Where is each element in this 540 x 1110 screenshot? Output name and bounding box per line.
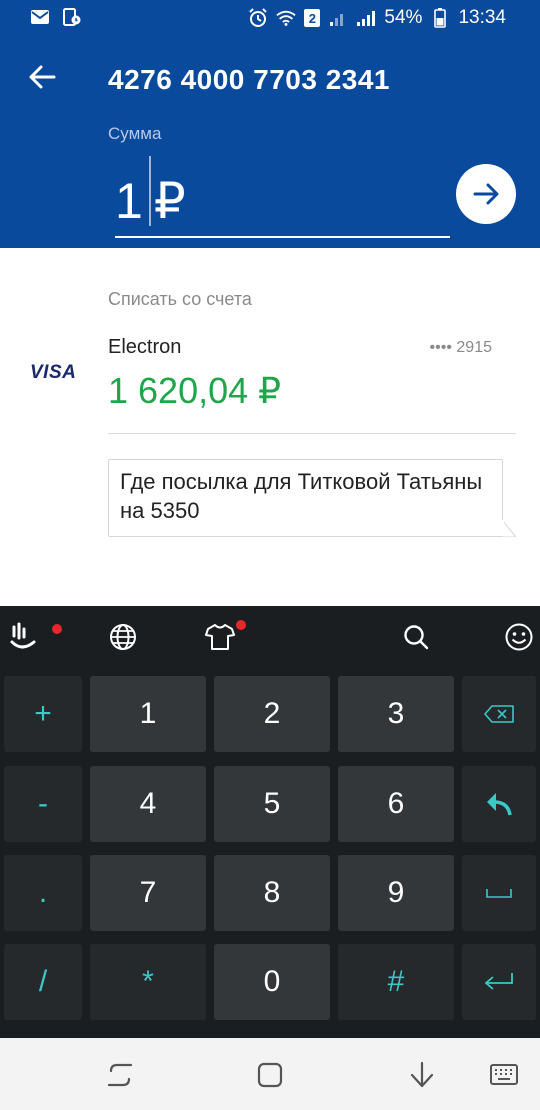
key-minus[interactable]: - [4,766,82,842]
sim-badge: 2 [304,9,321,27]
comment-input[interactable]: Где посылка для Титковой Татьяны на 5350 [108,459,503,537]
key-label: + [34,697,52,730]
key-label: 0 [263,965,281,998]
amount-value: 1 [115,173,143,229]
back-button[interactable] [26,60,60,94]
transfer-header: 4276 4000 7703 2341 Сумма 1 ₽ [0,36,540,248]
key-label: 1 [139,697,157,730]
currency-symbol: ₽ [153,173,186,229]
search-icon[interactable] [399,620,433,654]
arrow-left-icon [29,65,56,89]
account-name[interactable]: Electron [108,336,181,359]
key-6[interactable]: 6 [338,766,454,842]
backspace-icon [484,705,514,723]
key-hash[interactable]: # [338,944,454,1020]
key-9[interactable]: 9 [338,855,454,931]
key-label: 4 [139,787,157,820]
reply-key[interactable] [462,766,536,842]
hide-keyboard-button[interactable] [405,1058,439,1092]
signal-weak-icon [328,9,348,27]
signal-icon [356,9,376,27]
battery-percent: 54% [384,7,423,28]
status-bar: 2 54% 13:34 [0,0,540,36]
reply-icon [487,793,512,816]
backspace-key[interactable] [462,676,536,752]
screenshot-notification-icon [62,8,82,26]
numeric-keyboard: + 1 2 3 - 4 5 6 . 7 8 9 / * 0 # [0,606,540,1038]
key-asterisk[interactable]: * [90,944,206,1020]
key-label: 3 [387,697,405,730]
alarm-icon [248,8,268,27]
key-label: 5 [263,787,281,820]
account-balance: 1 620,04 ₽ [108,370,282,411]
recent-apps-icon [107,1063,133,1087]
visa-logo: VISA [30,362,77,383]
amount-label: Сумма [108,124,162,143]
amount-input[interactable]: 1 ₽ [115,156,450,238]
key-dot[interactable]: . [4,855,82,931]
touchpal-logo-icon[interactable] [8,620,42,654]
arrow-right-icon [473,183,499,205]
keyboard-icon [490,1064,518,1085]
globe-icon[interactable] [106,620,140,654]
smiley-icon[interactable] [502,620,536,654]
key-4[interactable]: 4 [90,766,206,842]
key-0[interactable]: 0 [214,944,330,1020]
key-label: / [38,965,48,998]
account-number-mask: •••• 2915 [429,339,492,356]
tshirt-theme-icon[interactable] [203,620,237,654]
enter-key[interactable] [462,944,536,1020]
text-cursor [148,156,151,226]
key-1[interactable]: 1 [90,676,206,752]
recent-apps-button[interactable] [103,1058,137,1092]
key-8[interactable]: 8 [214,855,330,931]
system-nav-bar [0,1038,540,1110]
wifi-icon [276,9,297,27]
space-key[interactable] [462,855,536,931]
key-7[interactable]: 7 [90,855,206,931]
debit-account-label: Списать со счета [108,289,252,309]
key-label: - [38,787,48,820]
key-5[interactable]: 5 [214,766,330,842]
notification-dot [236,620,246,630]
notification-dot [52,624,62,634]
key-label: * [142,965,154,998]
key-3[interactable]: 3 [338,676,454,752]
keyboard-toolbar [0,606,540,668]
divider [108,433,516,434]
key-label: . [38,876,48,909]
next-button[interactable] [456,164,516,224]
card-number-title: 4276 4000 7703 2341 [108,64,390,95]
mail-notification-icon [30,8,50,26]
keyboard-switch-button[interactable] [487,1058,521,1092]
clock: 13:34 [458,7,506,28]
battery-icon [430,8,450,28]
key-label: 6 [387,787,405,820]
key-slash[interactable]: / [4,944,82,1020]
key-plus[interactable]: + [4,676,82,752]
speech-bubble-tail-icon [502,520,516,537]
key-label: 9 [387,876,405,909]
key-label: 7 [139,876,157,909]
home-button[interactable] [253,1058,287,1092]
key-2[interactable]: 2 [214,676,330,752]
comment-text: Где посылка для Титковой Татьяны на 5350 [120,469,483,523]
key-label: # [387,965,405,998]
key-label: 2 [263,697,281,730]
enter-icon [484,973,513,990]
key-label: 8 [263,876,281,909]
home-icon [257,1062,283,1088]
chevron-down-icon [410,1061,434,1088]
space-icon [486,889,512,898]
